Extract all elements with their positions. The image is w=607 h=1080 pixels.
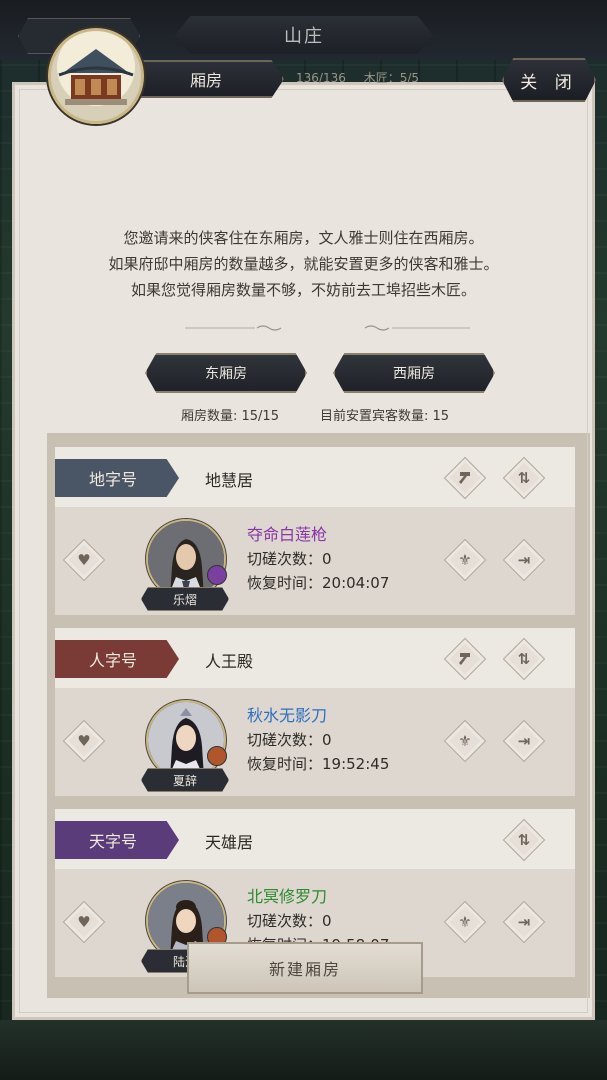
guest-title: 秋水无影刀 xyxy=(247,706,328,725)
room-tag: 人字号 xyxy=(55,640,179,678)
swap-icon[interactable]: ⇅ xyxy=(502,818,546,862)
guest-info: 秋水无影刀 切磋次数：0 恢复时间：19:52:45 xyxy=(247,704,389,776)
guest-title: 夺命白莲枪 xyxy=(247,525,328,544)
room-tag: 地字号 xyxy=(55,459,179,497)
rank-badge xyxy=(207,565,227,585)
room-name: 天雄居 xyxy=(205,833,254,852)
heart-icon[interactable]: ♥ xyxy=(62,719,106,763)
hammer-icon[interactable] xyxy=(443,637,487,681)
top-title: 山庄 xyxy=(175,16,433,54)
guest-room-panel: 您邀请来的侠客住在东厢房，文人雅士则住在西厢房。 如果府邸中厢房的数量越多，就能… xyxy=(12,82,595,1020)
close-button[interactable]: 关 闭 xyxy=(502,58,596,102)
tab-west-wing[interactable]: 西厢房 xyxy=(333,353,495,393)
guest-count: 目前安置宾客数量: 15 xyxy=(320,409,450,424)
recovery-time: 恢复时间：19:52:45 xyxy=(247,755,390,773)
room-tag: 天字号 xyxy=(55,821,179,859)
guest-title: 北冥修罗刀 xyxy=(247,887,328,906)
guest-name: 乐熠 xyxy=(141,587,229,611)
room-header: 天字号 天雄居 ⇅ xyxy=(55,809,575,869)
panel-title: 厢房 xyxy=(128,60,284,98)
upgrade-icon[interactable]: ⚜ xyxy=(443,900,487,944)
room-name: 人王殿 xyxy=(205,652,254,671)
exit-icon[interactable]: ⇥ xyxy=(502,900,546,944)
guest-slot: ♥ 乐熠 夺命白莲枪 切磋次数：0 恢复时间：20:04:07 ⚜ ⇥ xyxy=(55,507,575,615)
room-header: 地字号 地慧居 ⇅ xyxy=(55,447,575,507)
tab-east-wing[interactable]: 东厢房 xyxy=(145,353,307,393)
exit-icon[interactable]: ⇥ xyxy=(502,719,546,763)
room-count: 厢房数量: 15/15 xyxy=(181,409,279,424)
upgrade-icon[interactable]: ⚜ xyxy=(443,719,487,763)
description-line: 如果您觉得厢房数量不够，不妨前去工埠招些木匠。 xyxy=(130,281,476,299)
description-line: 您邀请来的侠客住在东厢房，文人雅士则住在西厢房。 xyxy=(123,229,484,247)
description: 您邀请来的侠客住在东厢房，文人雅士则住在西厢房。 如果府邸中厢房的数量越多，就能… xyxy=(15,225,592,303)
guest-slot: ♥ 夏辞 秋水无影刀 切磋次数：0 恢复时间：19:52:45 ⚜ ⇥ xyxy=(55,688,575,796)
upgrade-icon[interactable]: ⚜ xyxy=(443,538,487,582)
duel-count: 切磋次数：0 xyxy=(247,550,332,568)
heart-icon[interactable]: ♥ xyxy=(62,538,106,582)
building-icon xyxy=(48,28,144,124)
rank-badge xyxy=(207,746,227,766)
new-room-button[interactable]: 新建厢房 xyxy=(187,942,423,994)
duel-count: 切磋次数：0 xyxy=(247,731,332,749)
room-card: 地字号 地慧居 ⇅ ♥ 乐熠 夺命白莲枪 切磋次数：0 恢复时间：20:04:0… xyxy=(55,447,575,615)
room-header: 人字号 人王殿 ⇅ xyxy=(55,628,575,688)
heart-icon[interactable]: ♥ xyxy=(62,900,106,944)
recovery-time: 恢复时间：20:04:07 xyxy=(247,574,390,592)
guest-name: 夏辞 xyxy=(141,768,229,792)
divider-ornament xyxy=(185,325,282,331)
header-counts: 136/136 木匠：5/5 xyxy=(296,69,433,86)
swap-icon[interactable]: ⇅ xyxy=(502,456,546,500)
duel-count: 切磋次数：0 xyxy=(247,912,332,930)
hammer-icon[interactable] xyxy=(443,456,487,500)
guest-info: 夺命白莲枪 切磋次数：0 恢复时间：20:04:07 xyxy=(247,523,389,595)
swap-icon[interactable]: ⇅ xyxy=(502,637,546,681)
exit-icon[interactable]: ⇥ xyxy=(502,538,546,582)
description-line: 如果府邸中厢房的数量越多，就能安置更多的侠客和雅士。 xyxy=(108,255,499,273)
room-card: 人字号 人王殿 ⇅ ♥ 夏辞 秋水无影刀 切磋次数：0 恢复时间：19:52:4… xyxy=(55,628,575,796)
divider-ornament xyxy=(364,325,470,331)
header-count: 木匠：5/5 xyxy=(363,71,420,85)
header-count: 136/136 xyxy=(296,71,346,85)
room-name: 地慧居 xyxy=(205,471,254,490)
bottom-bar xyxy=(0,1020,607,1080)
room-list[interactable]: 地字号 地慧居 ⇅ ♥ 乐熠 夺命白莲枪 切磋次数：0 恢复时间：20:04:0… xyxy=(47,433,590,998)
